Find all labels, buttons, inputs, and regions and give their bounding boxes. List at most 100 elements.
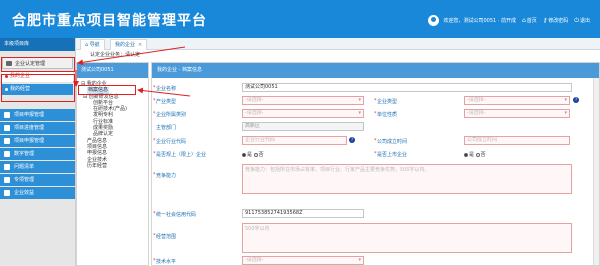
app-title: 合肥市重点项目智能管理平台 — [12, 13, 207, 29]
founded-label: 公司成立时间 — [374, 138, 407, 145]
company-name-field[interactable]: 测试公司0051 — [242, 83, 572, 92]
home-link-label: 首页 — [526, 18, 537, 24]
tab-navigation[interactable]: ⌂ 导航 — [80, 39, 105, 50]
category-label: 企业所属类别 — [153, 111, 186, 118]
change-password-label: 修改密码 — [548, 18, 569, 24]
tree-node-label: 历年经营 — [87, 162, 108, 169]
folder-icon — [4, 112, 10, 118]
company-type-label: 企业类型 — [374, 98, 397, 105]
tree-panel: 测试公司0051 ⊟ 我的企业 档案信息 ⊟ 创新研发信息 创新平台 在研技术(… — [76, 62, 149, 266]
radio-yes-label: 是 — [247, 152, 253, 158]
category-select[interactable]: -请选择- — [242, 109, 364, 118]
folder-icon — [4, 125, 10, 131]
dept-field: 高新区 — [242, 122, 364, 131]
top-banner: 合肥市重点项目智能管理平台 欢迎您，测试公司0051 · 前开成 ⌂ 首页 ⚷ 修改… — [0, 0, 600, 38]
industry-code-input[interactable]: 企业行业代码 — [242, 136, 347, 145]
close-icon[interactable]: × — [138, 42, 142, 48]
sidebar-item-my-operation[interactable]: 我的经营 — [2, 84, 73, 95]
tree-node[interactable]: 历年经营 — [81, 163, 148, 169]
founded-date-input[interactable]: 公司成立时间 — [464, 136, 570, 145]
sidebar-group-digital[interactable]: 数字管理 — [0, 148, 75, 160]
folder-icon — [4, 151, 10, 157]
radio-yes-label: 是 — [469, 152, 475, 158]
folder-icon — [4, 177, 10, 183]
folder-icon — [6, 61, 12, 66]
company-name-label: 企业名称 — [153, 85, 176, 92]
tree-node-label: 创新平台 — [93, 99, 114, 106]
folder-icon — [4, 190, 10, 196]
sidebar: 本级项目库 企业认定管理 我的企业 我的经营 项目申报管理 项目进度管理 项目申… — [0, 38, 76, 266]
sidebar-item-label: 我的企业 — [10, 73, 31, 79]
sidebar-item-label: 我的经营 — [10, 86, 31, 92]
competitiveness-label: 竞争能力 — [153, 172, 176, 179]
sidebar-group-label: 项目进度管理 — [14, 125, 45, 131]
change-password-link[interactable]: ⚷ 修改密码 — [543, 17, 568, 24]
scope-textarea[interactable]: 500字以内 — [242, 223, 572, 253]
sidebar-group-special[interactable]: 专项管理 — [0, 174, 75, 186]
tree-node-label: 品牌认定 — [93, 131, 114, 138]
home-link[interactable]: ⌂ 首页 — [522, 17, 537, 24]
form-title: 我的企业 - 档案信息 — [152, 63, 599, 78]
tab-label: 导航 — [89, 42, 100, 48]
radio-yes[interactable] — [242, 152, 246, 157]
radio-no[interactable] — [253, 152, 258, 157]
tab-my-enterprise[interactable]: 我的企业 × — [110, 39, 148, 50]
tech-level-select[interactable]: -请选择- — [242, 256, 364, 265]
sidebar-group-label: 问题清单 — [14, 164, 35, 170]
sidebar-group-declaration-2[interactable]: 项目申报管理 — [0, 135, 75, 147]
unit-nature-select[interactable]: -请选择- — [464, 109, 570, 118]
listed-label: 是否上市企业 — [374, 151, 407, 158]
sidebar-group-label: 专项管理 — [14, 177, 35, 183]
help-icon[interactable]: ? — [573, 97, 579, 103]
industry-select[interactable]: -请选择- — [242, 96, 364, 105]
sidebar-group-progress[interactable]: 项目进度管理 — [0, 122, 75, 134]
folder-icon — [4, 138, 10, 144]
company-type-select[interactable]: -请选择- — [464, 96, 570, 105]
form-panel: 我的企业 - 档案信息 企业名称 测试公司0051 产业类型 -请选择- 企业类… — [151, 62, 600, 266]
key-icon: ⚷ — [542, 17, 548, 24]
above-scale-radios: 是 否 — [242, 151, 264, 158]
sidebar-group-enterprise-certification[interactable]: 企业认定管理 — [2, 57, 73, 69]
sidebar-group-label: 企业效益 — [14, 190, 35, 196]
logout-label: 退出 — [579, 18, 590, 24]
radio-no-label: 否 — [480, 152, 486, 158]
sidebar-group-label: 数字管理 — [14, 151, 35, 157]
industry-code-label: 企业行业代码 — [153, 138, 186, 145]
tree-node-label: 企业技术 — [87, 156, 108, 163]
dept-label: 主管部门 — [156, 125, 177, 131]
competitiveness-textarea[interactable]: 竞争能力：包括所在市场占有率、项目行业、行家产品主要竞争优势，500字以内。 — [242, 164, 572, 194]
sidebar-title: 本级项目库 — [0, 38, 75, 51]
form-scrollbar[interactable] — [593, 78, 599, 265]
tab-bar: ⌂ 导航 我的企业 × — [76, 38, 600, 50]
user-box: 欢迎您，测试公司0051 · 前开成 ⌂ 首页 ⚷ 修改密码 ⏻ 退出 — [428, 15, 590, 26]
folder-icon — [4, 164, 10, 170]
unit-nature-label: 单位性质 — [374, 111, 397, 118]
bullet-icon — [5, 88, 8, 91]
logout-link[interactable]: ⏻ 退出 — [574, 17, 590, 25]
credit-code-field[interactable]: 91175385274193568Z — [242, 209, 364, 218]
logout-icon: ⏻ — [574, 16, 579, 24]
listed-radios: 是 否 — [464, 151, 486, 158]
sidebar-group-label: 企业认定管理 — [15, 61, 46, 67]
radio-yes[interactable] — [464, 152, 468, 157]
sidebar-group-label: 项目申报管理 — [14, 138, 45, 144]
tree-node-label: 发明专利 — [93, 112, 114, 119]
tree: ⊟ 我的企业 档案信息 ⊟ 创新研发信息 创新平台 在研技术(产品) 发明专利 … — [77, 78, 148, 169]
credit-code-label: 统一社会信用代码 — [153, 211, 196, 218]
tree-panel-title: 测试公司0051 — [77, 63, 148, 78]
sidebar-item-my-enterprise[interactable]: 我的企业 — [2, 71, 73, 82]
sidebar-group-issues[interactable]: 问题清单 — [0, 161, 75, 173]
help-icon[interactable]: ? — [349, 137, 355, 143]
sidebar-group-project-declaration[interactable]: 项目申报管理 — [0, 109, 75, 121]
breadcrumb: 认定企业业务：请认定 — [76, 50, 600, 60]
above-scale-label: 是否规上（限上）企业 — [153, 151, 206, 158]
home-icon: ⌂ — [521, 17, 526, 24]
bullet-icon — [5, 75, 8, 78]
industry-label: 产业类型 — [153, 98, 176, 105]
radio-no[interactable] — [475, 152, 480, 157]
tab-label: 我的企业 — [115, 42, 136, 48]
user-avatar-icon — [428, 15, 440, 26]
sidebar-group-benefit[interactable]: 企业效益 — [0, 187, 75, 199]
tree-node-label: 行业标准 — [93, 118, 114, 125]
scope-label: 经营范围 — [153, 233, 176, 240]
